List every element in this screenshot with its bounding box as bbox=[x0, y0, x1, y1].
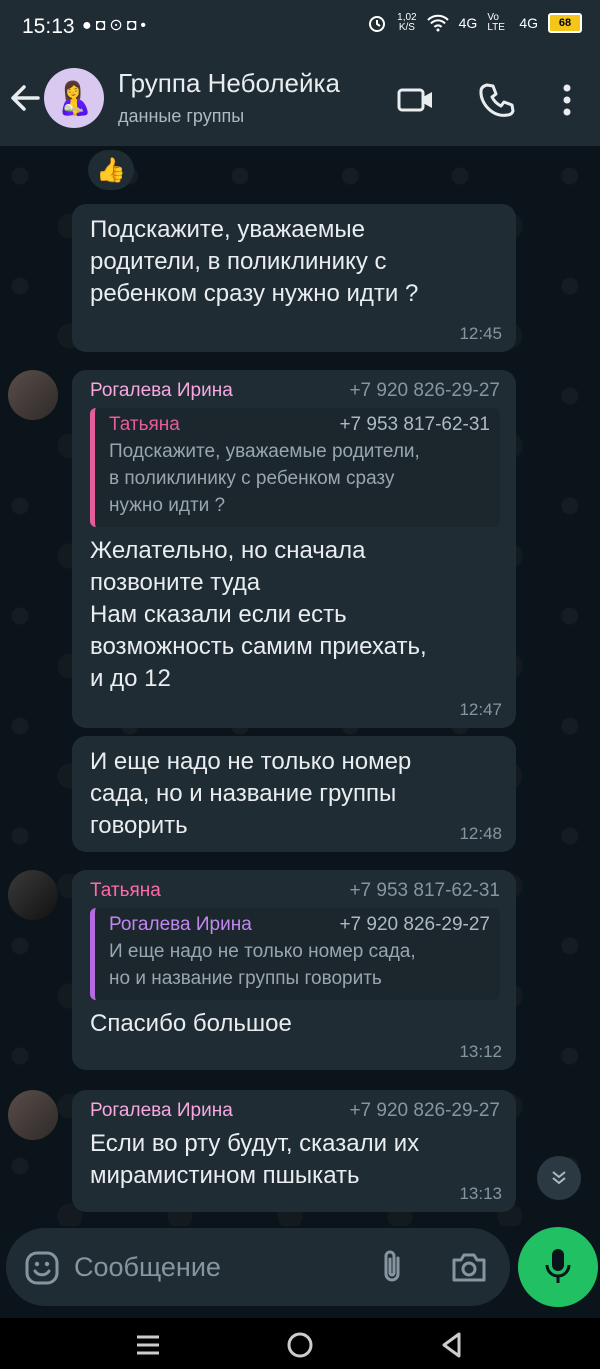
message-time: 13:12 bbox=[459, 1042, 502, 1061]
status-right: 1,02 K/S 4G Vo LTE 4G 68 bbox=[367, 13, 582, 33]
message-text: Спасибо большое bbox=[90, 1010, 292, 1037]
message-time: 12:45 bbox=[459, 324, 502, 343]
chat-header: 🤱 Группа Неболейка данные группы bbox=[0, 56, 600, 146]
quote-text: И еще надо не только номер сада, но и на… bbox=[109, 941, 416, 989]
status-time: 15:13 bbox=[22, 15, 75, 38]
mic-button[interactable] bbox=[518, 1227, 598, 1307]
message-bubble[interactable]: Подскажите, уважаемые родители, в поликл… bbox=[72, 204, 516, 352]
mic-icon bbox=[545, 1249, 571, 1283]
back-nav-icon[interactable] bbox=[437, 1330, 467, 1360]
sender-name[interactable]: Рогалева Ирина bbox=[90, 380, 233, 402]
quote-head: Рогалева Ирина +7 920 826-29-27 bbox=[109, 914, 490, 936]
network-4g-1: 4G bbox=[458, 15, 478, 31]
message-composer bbox=[6, 1228, 510, 1306]
notification-icons: ●◘⊙◘• bbox=[82, 17, 150, 34]
message-input[interactable] bbox=[72, 1246, 356, 1288]
home-nav-icon[interactable] bbox=[285, 1330, 315, 1360]
group-subtitle[interactable]: данные группы bbox=[118, 106, 244, 127]
sender-name[interactable]: Рогалева Ирина bbox=[90, 1100, 233, 1122]
message-time: 12:48 bbox=[459, 824, 502, 843]
quote-sender: Рогалева Ирина bbox=[109, 914, 252, 935]
sender-phone: +7 920 826-29-27 bbox=[349, 1100, 500, 1121]
quoted-message[interactable]: Рогалева Ирина +7 920 826-29-27 И еще на… bbox=[90, 908, 500, 1000]
sender-avatar[interactable] bbox=[8, 1090, 58, 1140]
message-bubble[interactable]: Татьяна +7 953 817-62-31 Рогалева Ирина … bbox=[72, 870, 516, 1070]
sender-phone: +7 953 817-62-31 bbox=[349, 880, 500, 901]
quote-phone: +7 953 817-62-31 bbox=[339, 414, 490, 435]
scroll-down-button[interactable] bbox=[537, 1156, 581, 1200]
video-call-icon[interactable] bbox=[396, 80, 436, 120]
sender-avatar[interactable] bbox=[8, 870, 58, 920]
status-bar: 15:13 ●◘⊙◘• 1,02 K/S 4G Vo LTE 4G 68 bbox=[0, 0, 600, 56]
message-list[interactable]: 👍 Подскажите, уважаемые родители, в поли… bbox=[0, 146, 600, 1226]
message-time: 13:13 bbox=[459, 1184, 502, 1203]
alarm-icon bbox=[369, 16, 386, 32]
sender-name[interactable]: Татьяна bbox=[90, 880, 161, 902]
back-arrow-icon[interactable] bbox=[8, 78, 42, 118]
emoji-icon[interactable] bbox=[24, 1250, 60, 1286]
message-text: Желательно, но сначала позвоните туда На… bbox=[90, 537, 427, 692]
message-time: 12:47 bbox=[459, 700, 502, 719]
volte-label: Vo LTE bbox=[487, 12, 505, 33]
sender-row: Татьяна +7 953 817-62-31 bbox=[90, 880, 500, 902]
message-text: Подскажите, уважаемые родители, в поликл… bbox=[90, 216, 419, 307]
quoted-message[interactable]: Татьяна +7 953 817-62-31 Подскажите, ува… bbox=[90, 408, 500, 527]
chevron-down-icon bbox=[552, 1171, 566, 1185]
net-speed: 1,02 K/S bbox=[397, 13, 416, 33]
message-bubble[interactable]: Рогалева Ирина +7 920 826-29-27 Татьяна … bbox=[72, 370, 516, 728]
quote-text: Подскажите, уважаемые родители, в поликл… bbox=[109, 441, 420, 516]
battery-icon: 68 bbox=[548, 13, 582, 33]
quote-sender: Татьяна bbox=[109, 414, 180, 435]
message-bubble[interactable]: И еще надо не только номер сада, но и на… bbox=[72, 736, 516, 852]
sender-phone: +7 920 826-29-27 bbox=[349, 380, 500, 401]
reaction-badge[interactable]: 👍 bbox=[88, 150, 134, 190]
attach-icon[interactable] bbox=[376, 1248, 408, 1286]
group-title[interactable]: Группа Неболейка bbox=[118, 68, 340, 99]
message-bubble[interactable]: Рогалева Ирина +7 920 826-29-27 Если во … bbox=[72, 1090, 516, 1212]
quote-phone: +7 920 826-29-27 bbox=[339, 914, 490, 935]
network-4g-2: 4G bbox=[519, 15, 538, 31]
quote-head: Татьяна +7 953 817-62-31 bbox=[109, 414, 490, 436]
sender-row: Рогалева Ирина +7 920 826-29-27 bbox=[90, 1100, 500, 1122]
sender-row: Рогалева Ирина +7 920 826-29-27 bbox=[90, 380, 500, 402]
phone-icon[interactable] bbox=[478, 80, 518, 120]
message-text: Если во рту будут, сказали их мирамистин… bbox=[90, 1130, 420, 1189]
message-text: И еще надо не только номер сада, но и на… bbox=[90, 748, 412, 839]
net-speed-unit: K/S bbox=[398, 22, 415, 33]
group-avatar[interactable]: 🤱 bbox=[44, 68, 104, 128]
wifi-icon bbox=[426, 14, 449, 32]
menu-nav-icon[interactable] bbox=[133, 1330, 163, 1360]
camera-icon[interactable] bbox=[450, 1250, 488, 1284]
system-nav-bar bbox=[0, 1318, 600, 1369]
more-icon[interactable] bbox=[550, 80, 584, 120]
sender-avatar[interactable] bbox=[8, 370, 58, 420]
